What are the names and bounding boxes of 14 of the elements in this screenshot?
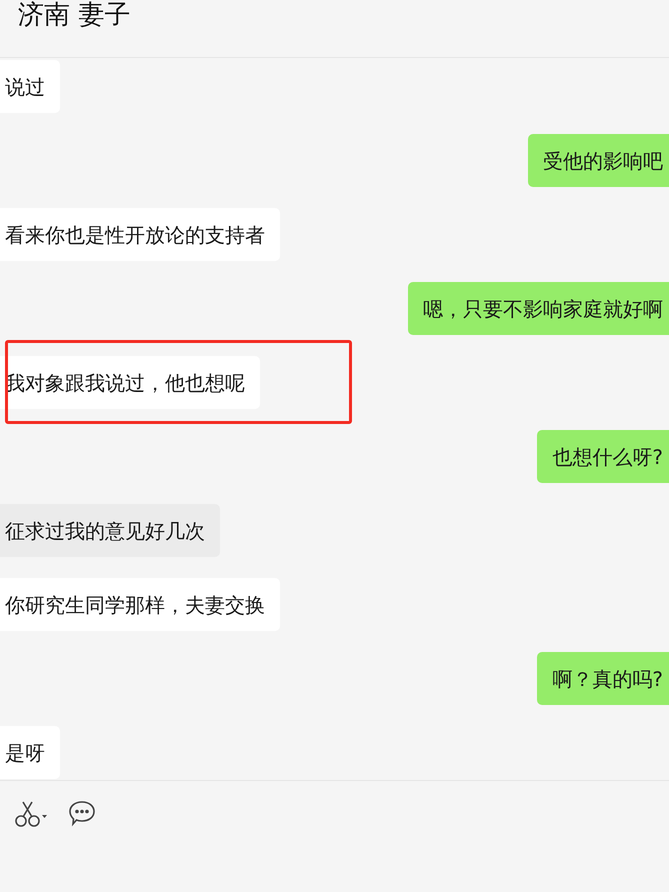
message-bubble: 征求过我的意见好几次: [0, 504, 220, 557]
message-bubble: 也想什么呀?: [537, 430, 669, 483]
message-bubble: 受他的影响吧: [528, 134, 669, 187]
message-bubble: 你研究生同学那样，夫妻交换: [0, 578, 280, 631]
message-bubble: 啊？真的吗?: [537, 652, 669, 705]
message-bubble: 看来你也是性开放论的支持者: [0, 208, 280, 261]
chat-title: 济南 妻子: [18, 2, 130, 28]
message-bubble: 嗯，只要不影响家庭就好啊: [408, 282, 669, 335]
message-bubble: 是呀: [0, 726, 60, 779]
screenshot-button[interactable]: [14, 799, 48, 829]
chat-button[interactable]: [68, 799, 96, 827]
speech-bubble-icon: [68, 799, 96, 827]
scissors-icon: [14, 799, 48, 829]
message-bubble: 说过: [0, 60, 60, 113]
